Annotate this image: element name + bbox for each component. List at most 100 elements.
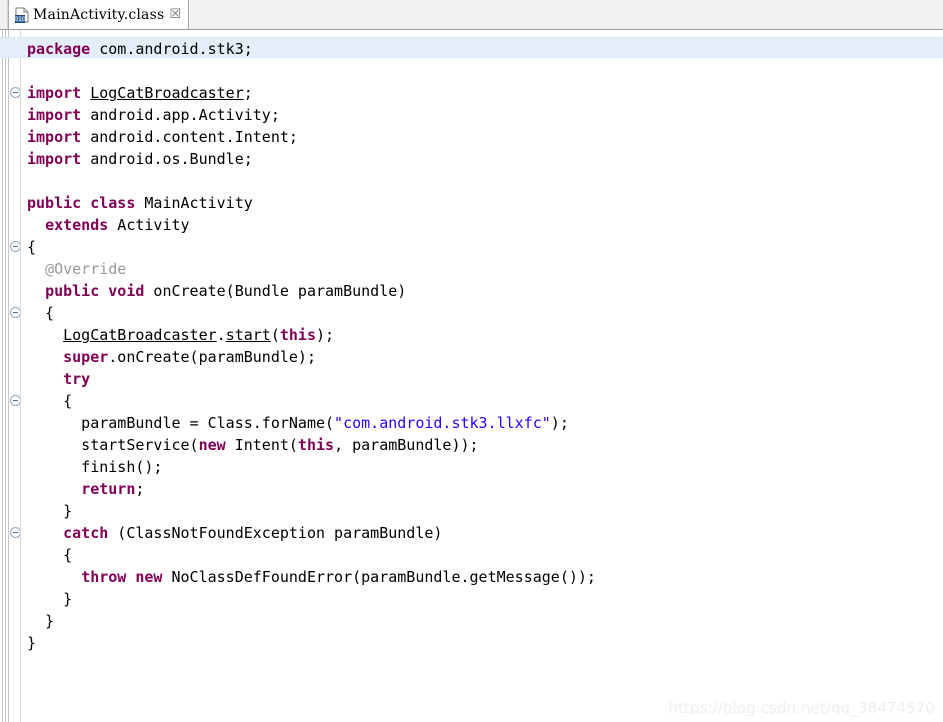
code-token-pl: , paramBundle)); bbox=[334, 436, 479, 454]
code-token-kw: return bbox=[81, 480, 136, 498]
code-token-kw: throw new bbox=[81, 568, 163, 586]
code-token-pl: paramBundle = Class.forName( bbox=[27, 414, 335, 432]
code-line[interactable]: startService(new Intent(this, paramBundl… bbox=[21, 434, 943, 456]
tab-bar-left-edge bbox=[0, 0, 8, 29]
class-file-icon: 010 bbox=[15, 7, 29, 23]
code-token-pl: { bbox=[27, 392, 73, 410]
code-token-kw: public class bbox=[27, 194, 136, 212]
code-token-kw: this bbox=[279, 326, 316, 344]
code-line[interactable]: import android.content.Intent; bbox=[21, 126, 943, 148]
code-token-pl: (ClassNotFoundException paramBundle) bbox=[108, 524, 443, 542]
code-token-pl: MainActivity bbox=[135, 194, 253, 212]
code-token-pl: ; bbox=[135, 480, 145, 498]
code-token-pl: ); bbox=[316, 326, 335, 344]
code-token-pl: } bbox=[27, 502, 73, 520]
code-token-kw: new bbox=[198, 436, 226, 454]
code-token-pl: android.app.Activity; bbox=[81, 106, 280, 124]
code-line[interactable]: catch (ClassNotFoundException paramBundl… bbox=[21, 522, 943, 544]
code-folding-gutter[interactable] bbox=[9, 30, 21, 722]
code-token-pl: { bbox=[27, 238, 37, 256]
code-line[interactable] bbox=[21, 170, 943, 192]
code-line[interactable]: try bbox=[21, 368, 943, 390]
code-token-kw: catch bbox=[63, 524, 109, 542]
code-token-pl: NoClassDefFoundError(paramBundle.getMess… bbox=[162, 568, 596, 586]
code-token-und: start bbox=[225, 326, 271, 344]
code-line[interactable]: } bbox=[21, 588, 943, 610]
code-line[interactable]: package com.android.stk3; bbox=[21, 38, 943, 60]
code-line[interactable]: public class MainActivity bbox=[21, 192, 943, 214]
code-token-kw: import bbox=[27, 84, 82, 102]
code-token-kw: extends bbox=[45, 216, 109, 234]
tab-mainactivity-class[interactable]: 010 MainActivity.class ☒ bbox=[8, 0, 190, 29]
code-token-pl: ; bbox=[243, 84, 253, 102]
code-line[interactable]: } bbox=[21, 500, 943, 522]
code-line[interactable]: { bbox=[21, 544, 943, 566]
code-token-kw: this bbox=[297, 436, 335, 454]
code-token-pl: .onCreate(paramBundle); bbox=[108, 348, 316, 366]
code-line[interactable]: import android.os.Bundle; bbox=[21, 148, 943, 170]
gutter-rule-outer bbox=[2, 30, 3, 722]
code-token-pl: { bbox=[27, 546, 73, 564]
code-line[interactable]: import LogCatBroadcaster; bbox=[21, 82, 943, 104]
code-token-kw: package bbox=[27, 40, 91, 58]
code-token-kw: try bbox=[63, 370, 91, 388]
code-token-pl: finish(); bbox=[27, 458, 163, 476]
code-token-pl: } bbox=[27, 634, 37, 652]
code-line[interactable]: LogCatBroadcaster.start(this); bbox=[21, 324, 943, 346]
code-line[interactable]: public void onCreate(Bundle paramBundle) bbox=[21, 280, 943, 302]
code-token-kw: import bbox=[27, 128, 82, 146]
code-line[interactable]: { bbox=[21, 236, 943, 258]
code-line[interactable]: } bbox=[21, 610, 943, 632]
code-token-und: LogCatBroadcaster bbox=[63, 326, 217, 344]
gutter-rule-middle bbox=[5, 30, 6, 722]
code-line[interactable] bbox=[21, 60, 943, 82]
code-token-str: "com.android.stk3.llxfc" bbox=[334, 414, 551, 432]
code-line[interactable]: @Override bbox=[21, 258, 943, 280]
code-surface[interactable]: package com.android.stk3; import LogCatB… bbox=[0, 30, 943, 722]
close-icon[interactable]: ☒ bbox=[169, 8, 181, 21]
code-editor[interactable]: package com.android.stk3; import LogCatB… bbox=[0, 30, 943, 722]
code-token-pl: android.content.Intent; bbox=[81, 128, 298, 146]
editor-tab-bar: 010 MainActivity.class ☒ bbox=[0, 0, 943, 30]
code-token-pl: { bbox=[27, 304, 55, 322]
code-token-pl: } bbox=[27, 612, 55, 630]
code-line[interactable]: finish(); bbox=[21, 456, 943, 478]
code-token-pl: com.android.stk3; bbox=[90, 40, 253, 58]
code-line[interactable]: super.onCreate(paramBundle); bbox=[21, 346, 943, 368]
code-line[interactable]: { bbox=[21, 302, 943, 324]
code-token-anno: @Override bbox=[45, 260, 127, 278]
code-token-pl: startService( bbox=[27, 436, 199, 454]
code-token-pl: ); bbox=[550, 414, 569, 432]
code-token-pl: android.os.Bundle; bbox=[81, 150, 253, 168]
code-token-pl: . bbox=[216, 326, 226, 344]
source-code[interactable]: package com.android.stk3; import LogCatB… bbox=[21, 38, 943, 654]
code-line[interactable]: throw new NoClassDefFoundError(paramBund… bbox=[21, 566, 943, 588]
code-token-kw: public void bbox=[45, 282, 145, 300]
code-token-pl: Activity bbox=[108, 216, 190, 234]
code-line[interactable]: extends Activity bbox=[21, 214, 943, 236]
code-line[interactable]: import android.app.Activity; bbox=[21, 104, 943, 126]
code-token-pl: ( bbox=[270, 326, 280, 344]
code-token-pl: } bbox=[27, 590, 73, 608]
code-line[interactable]: { bbox=[21, 390, 943, 412]
watermark-text: https://blog.csdn.net/qq_38474570 bbox=[668, 699, 935, 717]
svg-text:010: 010 bbox=[15, 16, 26, 23]
code-line[interactable]: paramBundle = Class.forName("com.android… bbox=[21, 412, 943, 434]
code-token-pl: Intent( bbox=[225, 436, 298, 454]
code-line[interactable]: return; bbox=[21, 478, 943, 500]
code-token-kw: super bbox=[63, 348, 109, 366]
code-token-kw: import bbox=[27, 106, 82, 124]
tab-label: MainActivity.class bbox=[33, 6, 165, 23]
code-token-pl: onCreate(Bundle paramBundle) bbox=[144, 282, 407, 300]
code-line[interactable]: } bbox=[21, 632, 943, 654]
